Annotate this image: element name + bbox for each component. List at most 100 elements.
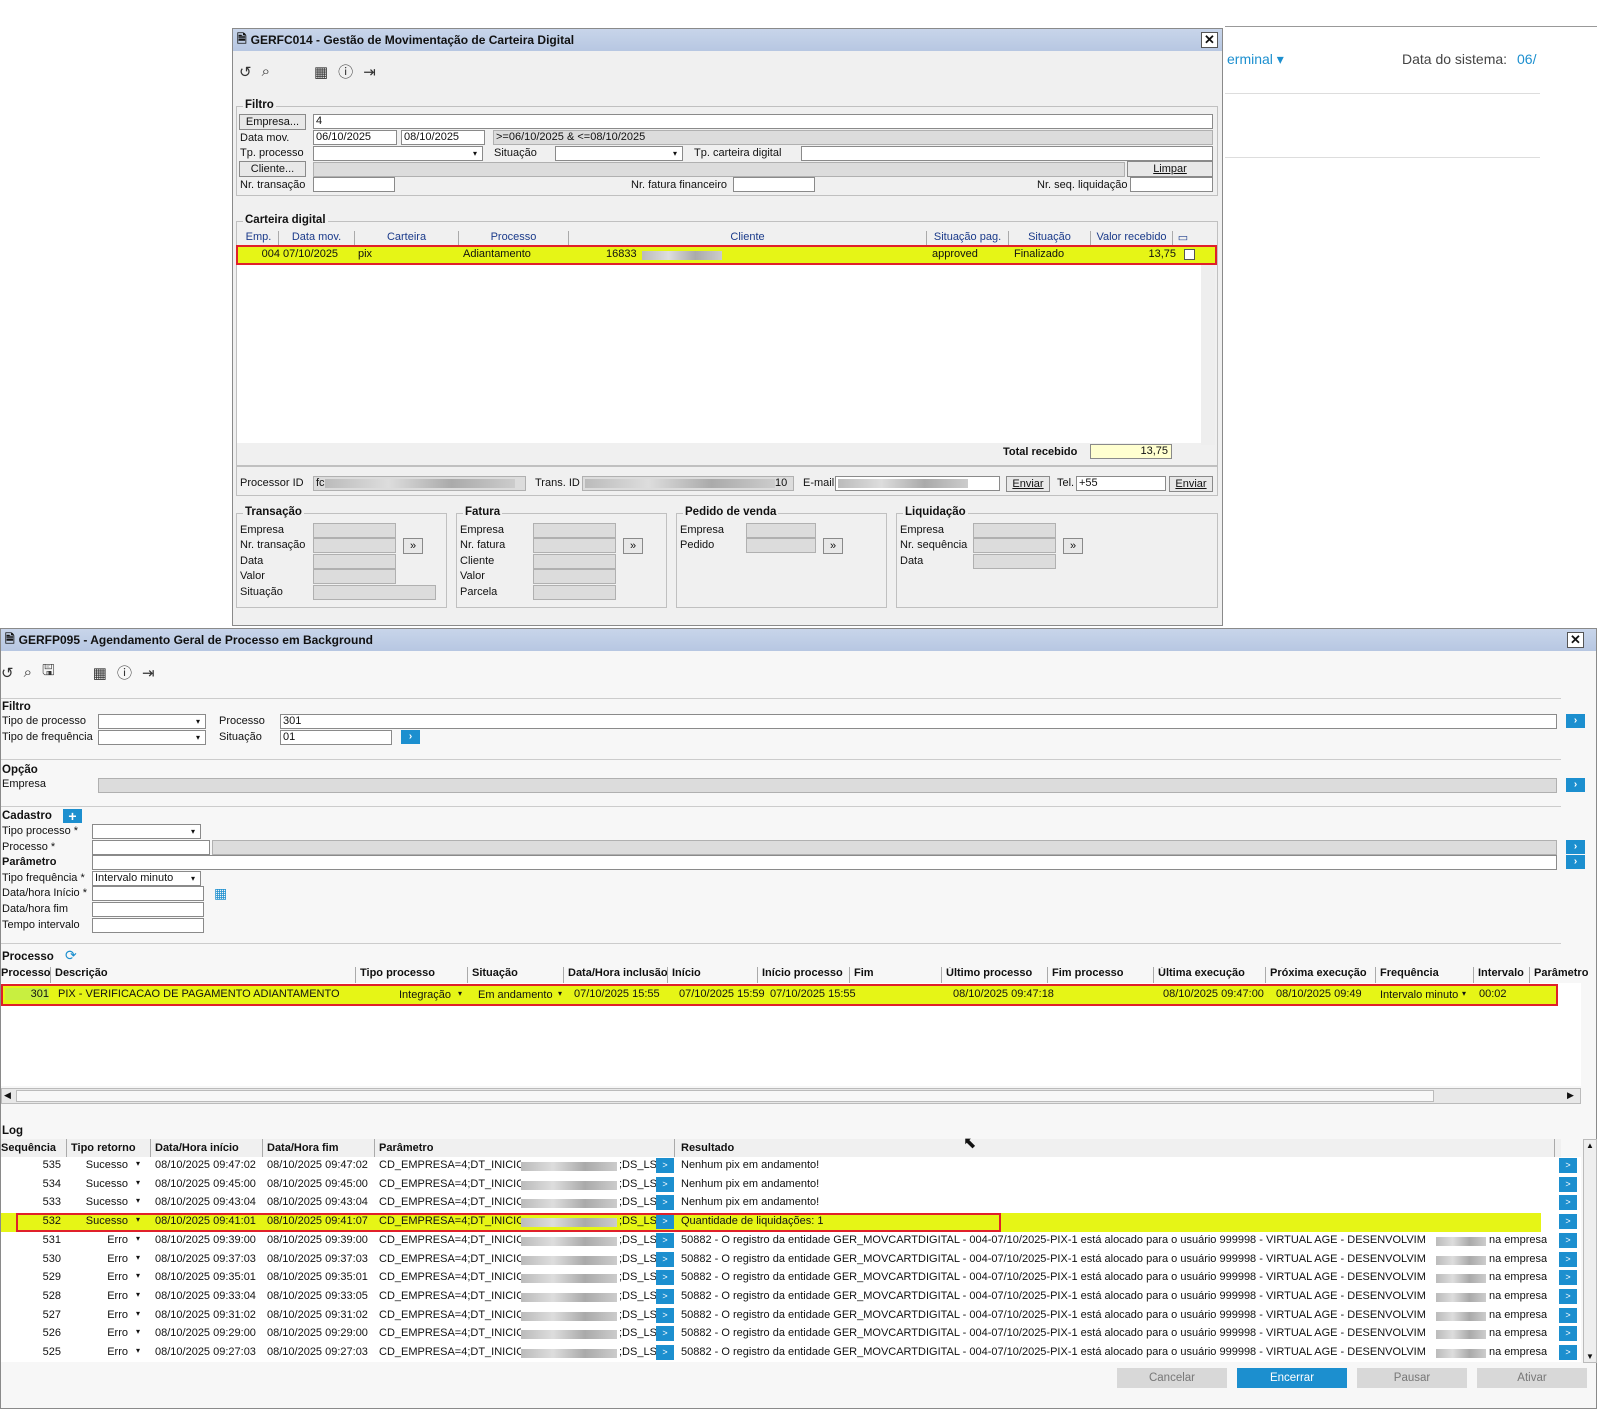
terminal-menu[interactable]: erminal ▾ — [1227, 51, 1284, 68]
expand-result-button[interactable]: > — [1559, 1270, 1577, 1286]
col-dh-fim[interactable]: Data/Hora fim — [263, 1139, 375, 1157]
nr-seq-field[interactable] — [1130, 177, 1213, 192]
col-fim[interactable]: Fim — [850, 967, 942, 983]
save-icon[interactable]: 🖫 — [42, 660, 55, 685]
cad-tipo-freq-select[interactable]: Intervalo minuto ▾ — [92, 871, 201, 886]
log-row[interactable]: 525 Erro ▾ 08/10/2025 09:27:03 08/10/2025 09… — [1, 1344, 1577, 1363]
col-tipo-retorno[interactable]: Tipo retorno — [67, 1139, 151, 1157]
col-frequencia[interactable]: Frequência — [1376, 967, 1474, 983]
empresa-button[interactable]: Empresa... — [239, 114, 306, 130]
date-to-field[interactable]: 08/10/2025 — [401, 130, 485, 145]
chevron-down-icon[interactable]: ▾ — [136, 1346, 140, 1355]
situacao-search-button[interactable]: › — [401, 730, 420, 744]
col-processo[interactable]: Processo — [459, 231, 569, 245]
empresa-field[interactable]: 4 — [313, 114, 1213, 129]
email-field[interactable] — [835, 476, 1000, 491]
col-descricao[interactable]: Descrição — [51, 967, 356, 983]
expand-result-button[interactable]: > — [1559, 1232, 1577, 1248]
cancelar-button[interactable]: Cancelar — [1117, 1368, 1227, 1388]
cad-processo-field[interactable] — [92, 840, 210, 855]
cad-parametro-button[interactable]: › — [1566, 855, 1585, 869]
chevron-left-icon[interactable]: ◀ — [4, 1090, 11, 1101]
exit-icon[interactable]: ⇥ — [142, 664, 155, 682]
chevron-down-icon[interactable]: ▾ — [136, 1271, 140, 1280]
help-icon[interactable]: ⓘ — [117, 662, 132, 683]
nr-transacao-field[interactable] — [313, 177, 395, 192]
chevron-right-icon[interactable]: ▶ — [1567, 1090, 1574, 1101]
limpar-button[interactable]: Limpar — [1127, 161, 1213, 177]
ativar-button[interactable]: Ativar — [1477, 1368, 1587, 1388]
chevron-down-icon[interactable]: ▾ — [136, 1327, 140, 1336]
scroll-thumb[interactable] — [16, 1090, 1434, 1102]
search-icon[interactable]: ⌕ — [24, 664, 32, 681]
chevron-down-icon[interactable]: ▾ — [1462, 989, 1466, 998]
expand-button[interactable]: > — [656, 1270, 674, 1286]
expand-button[interactable]: > — [656, 1326, 674, 1342]
processo-search-button[interactable]: › — [1566, 714, 1585, 728]
col-sequencia[interactable]: Sequência — [1, 1139, 67, 1157]
chevron-down-icon[interactable]: ▾ — [136, 1178, 140, 1187]
log-row[interactable]: 529 Erro ▾ 08/10/2025 09:35:01 08/10/2025 09… — [1, 1269, 1577, 1288]
expand-result-button[interactable]: > — [1559, 1345, 1577, 1360]
cad-dt-fim-field[interactable] — [92, 902, 204, 917]
expand-result-button[interactable]: > — [1559, 1326, 1577, 1342]
liq-more-button[interactable]: » — [1063, 538, 1083, 554]
col-cliente[interactable]: Cliente — [569, 231, 927, 245]
carteira-scrollbar[interactable] — [1201, 265, 1215, 445]
nr-fatura-field[interactable] — [733, 177, 815, 192]
chevron-down-icon[interactable]: ▾ — [558, 989, 562, 998]
col-parametro[interactable]: Parâmetro — [1530, 967, 1590, 983]
situacao-select[interactable]: ▾ — [555, 146, 683, 161]
exit-icon[interactable]: ⇥ — [363, 63, 376, 81]
expand-button[interactable]: > — [656, 1307, 674, 1323]
log-row[interactable]: 535 Sucesso ▾ 08/10/2025 09:47:02 08/10/2025… — [1, 1157, 1577, 1176]
col-data-inclusao[interactable]: Data/Hora inclusão — [564, 967, 668, 983]
processo-hscrollbar[interactable]: ◀ ▶ — [1, 1088, 1581, 1104]
search-icon[interactable]: ⌕ — [262, 63, 270, 80]
date-from-field[interactable]: 06/10/2025 — [313, 130, 397, 145]
expand-button[interactable]: > — [656, 1288, 674, 1304]
tp-processo-select[interactable]: ▾ — [313, 146, 483, 161]
col-situacao[interactable]: Situação — [468, 967, 564, 983]
log-row[interactable]: 531 Erro ▾ 08/10/2025 09:39:00 08/10/2025 09… — [1, 1232, 1577, 1251]
col-intervalo[interactable]: Intervalo — [1474, 967, 1530, 983]
col-inicio-processo[interactable]: Início processo — [758, 967, 850, 983]
col-emp[interactable]: Emp. — [239, 231, 279, 245]
chevron-up-icon[interactable]: ▲ — [1586, 1141, 1594, 1150]
help-icon[interactable]: ⓘ — [338, 61, 353, 82]
log-row[interactable]: 526 Erro ▾ 08/10/2025 09:29:00 08/10/2025 09… — [1, 1325, 1577, 1344]
chevron-down-icon[interactable]: ▾ — [136, 1290, 140, 1299]
cad-processo-button[interactable]: › — [1566, 840, 1585, 854]
expand-button[interactable]: > — [656, 1345, 674, 1360]
chevron-down-icon[interactable]: ▾ — [136, 1196, 140, 1205]
log-row[interactable]: 527 Erro ▾ 08/10/2025 09:31:02 08/10/2025 09… — [1, 1307, 1577, 1326]
col-proxima-execucao[interactable]: Próxima execução — [1266, 967, 1376, 983]
col-parametro[interactable]: Parâmetro — [375, 1139, 675, 1157]
chevron-down-icon[interactable]: ▾ — [136, 1159, 140, 1168]
tipo-processo-select[interactable]: ▾ — [98, 714, 206, 729]
calendar-icon[interactable]: ▦ — [93, 664, 107, 682]
cad-tempo-field[interactable] — [92, 918, 204, 933]
calendar-icon[interactable]: ▦ — [314, 63, 328, 81]
enviar-tel-button[interactable]: Enviar — [1169, 476, 1213, 492]
log-row[interactable]: 533 Sucesso ▾ 08/10/2025 09:43:04 08/10/2025… — [1, 1194, 1577, 1213]
col-situacao[interactable]: Situação — [1009, 231, 1091, 245]
undo-icon[interactable]: ↺ — [239, 63, 252, 81]
tel-field[interactable]: +55 — [1076, 476, 1166, 491]
processo-row[interactable]: 301 PIX - VERIFICACAO DE PAGAMENTO ADIAN… — [1, 984, 1558, 1006]
cad-tipo-processo-select[interactable]: ▾ — [92, 824, 201, 839]
situacao-field[interactable]: 01 — [280, 730, 392, 745]
log-vscrollbar[interactable]: ▲ ▼ — [1583, 1139, 1597, 1363]
encerrar-button[interactable]: Encerrar — [1237, 1368, 1347, 1388]
add-icon[interactable]: + — [63, 809, 82, 823]
carteira-row[interactable]: 004 07/10/2025 pix Adiantamento 16833 ap… — [236, 245, 1217, 265]
expand-result-button[interactable]: > — [1559, 1158, 1577, 1173]
chevron-down-icon[interactable]: ▾ — [458, 989, 462, 998]
col-resultado[interactable]: Resultado — [675, 1139, 1555, 1157]
cliente-button[interactable]: Cliente... — [239, 161, 306, 177]
expand-result-button[interactable]: > — [1559, 1214, 1577, 1230]
tipo-frequencia-select[interactable]: ▾ — [98, 730, 206, 745]
opcao-empresa-button[interactable]: › — [1566, 778, 1585, 792]
expand-button[interactable]: > — [656, 1195, 674, 1211]
expand-button[interactable]: > — [656, 1158, 674, 1173]
